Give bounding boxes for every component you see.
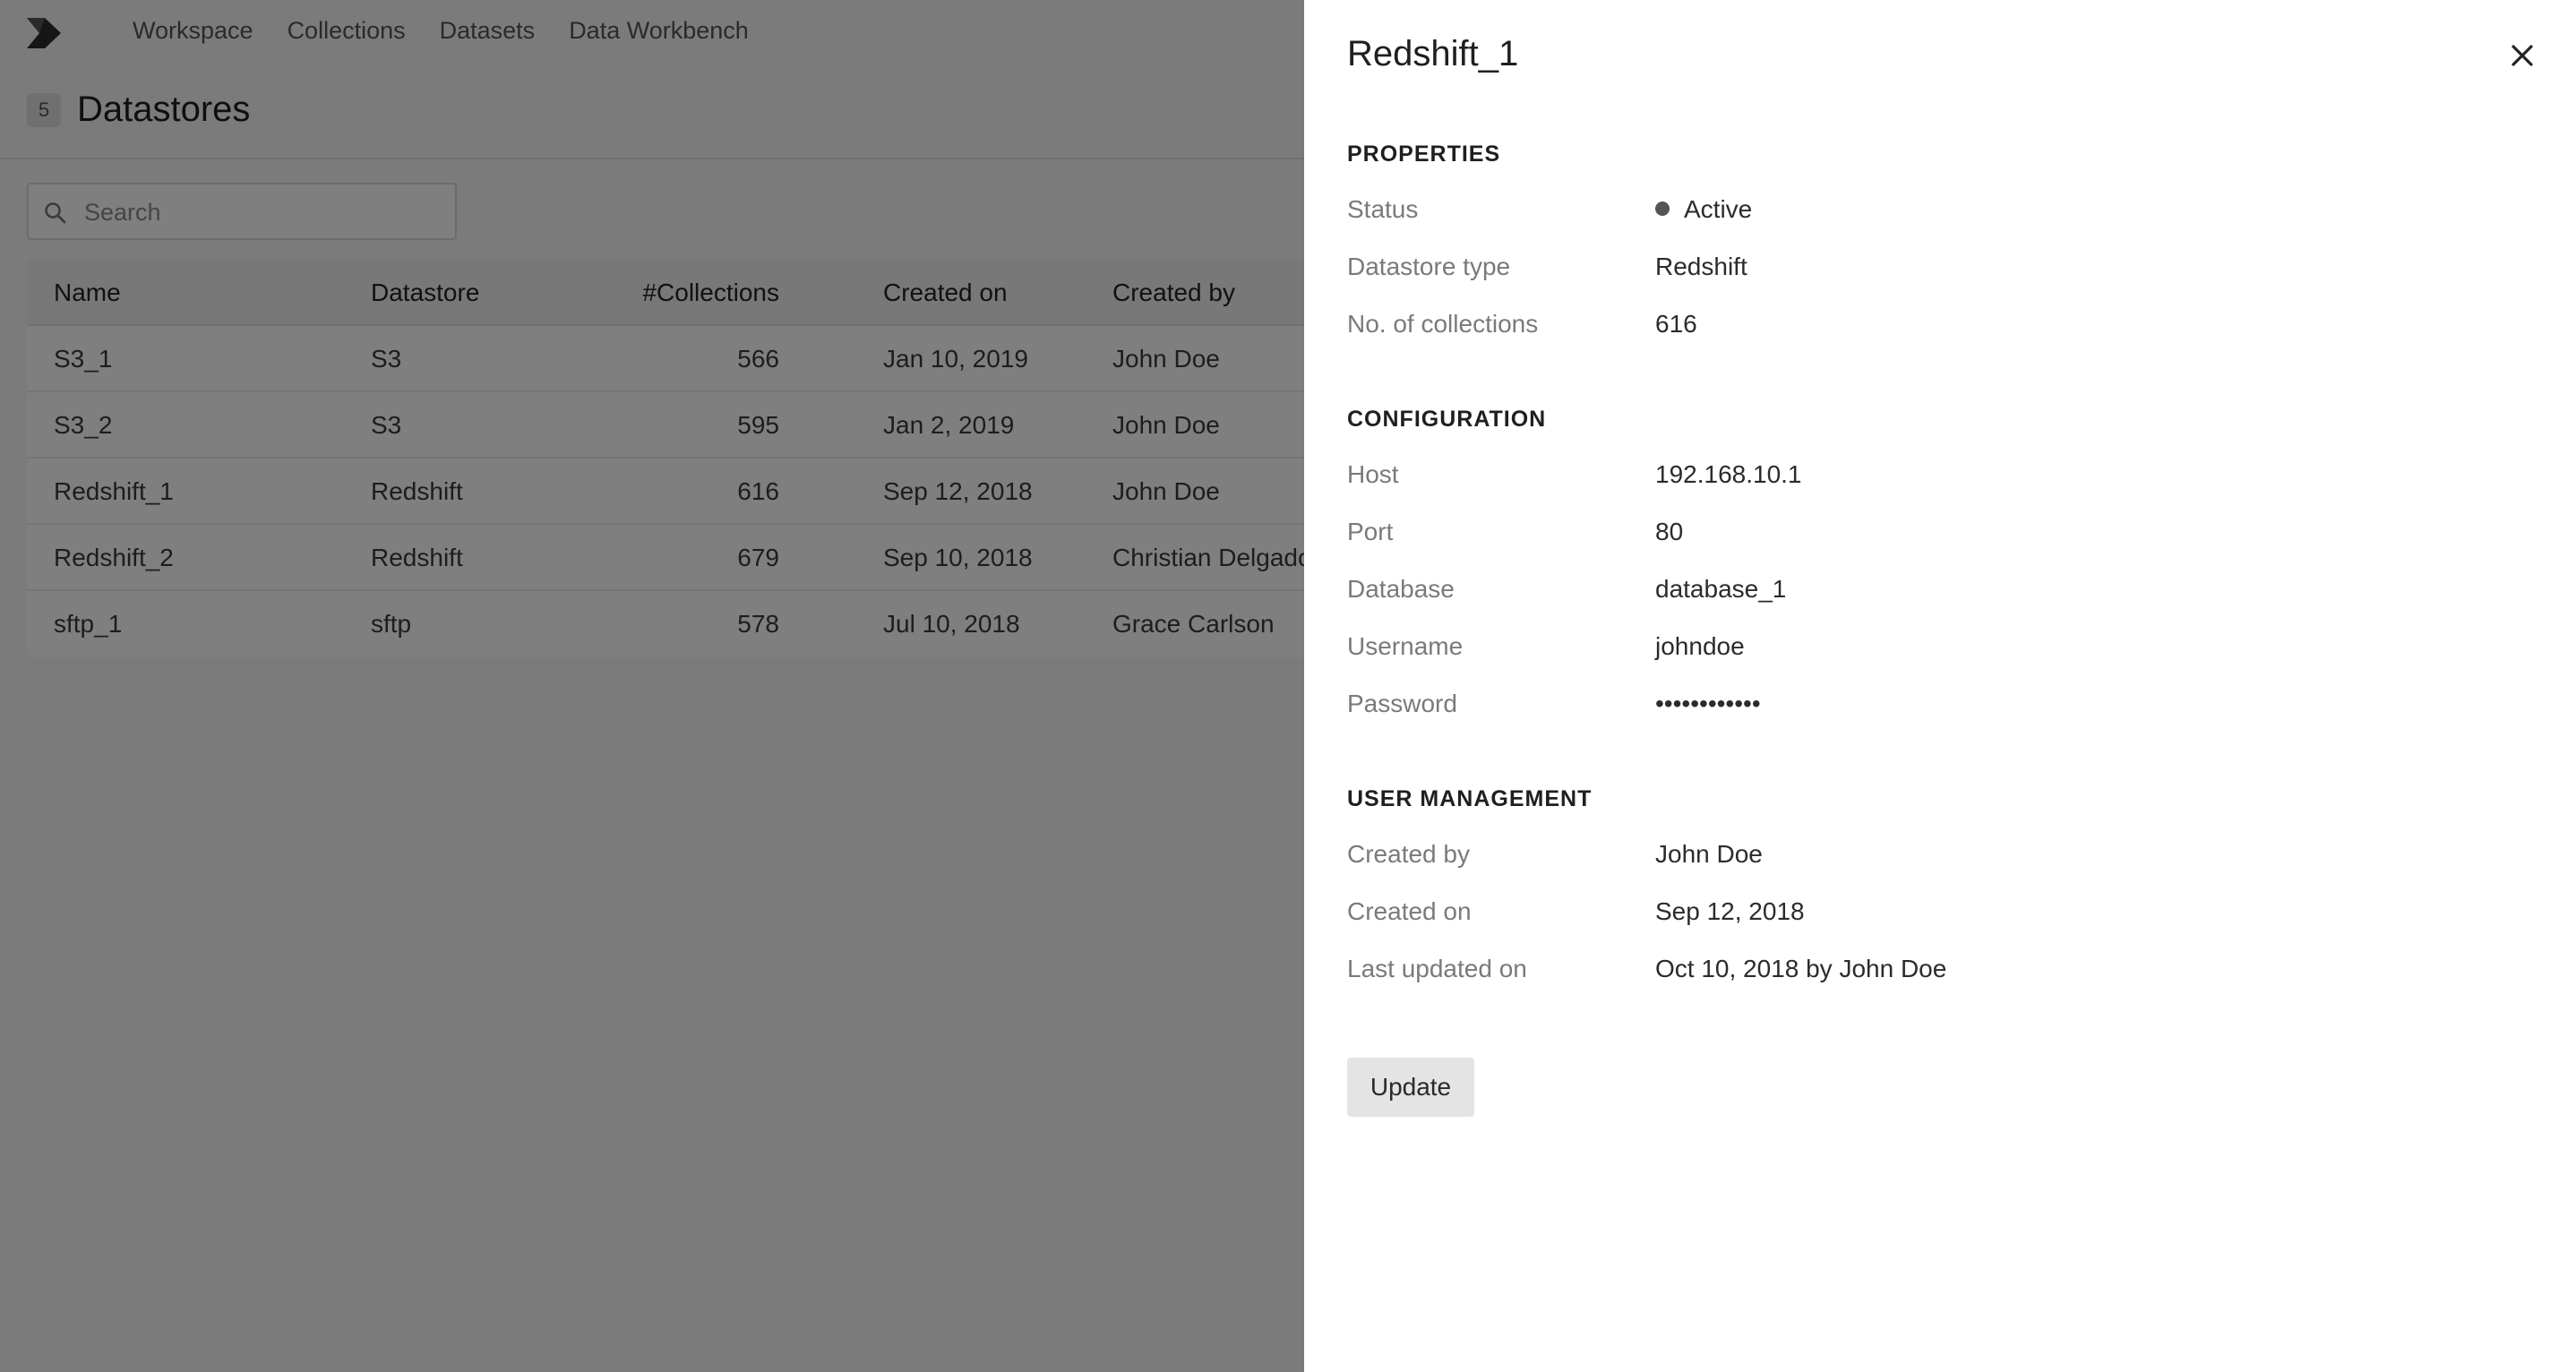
property-label: Username (1347, 632, 1464, 660)
update-button[interactable]: Update (1347, 1058, 1474, 1117)
property-collections-count: No. of collections 616 (1347, 306, 2512, 342)
property-value: John Doe (1655, 840, 1763, 868)
status-value: Active (1684, 195, 1753, 223)
user-last-updated: Last updated on Oct 10, 2018 by John Doe (1347, 951, 2512, 987)
section-title-properties: PROPERTIES (1347, 141, 1501, 167)
property-label: Datastore type (1347, 253, 1511, 280)
config-username: Username johndoe (1347, 629, 2512, 665)
user-created-by: Created by John Doe (1347, 836, 2512, 872)
property-status: Status Active (1347, 192, 2512, 227)
property-datastore-type: Datastore type Redshift (1347, 249, 2512, 285)
section-title-user-management: USER MANAGEMENT (1347, 786, 1593, 811)
config-database: Database database_1 (1347, 571, 2512, 607)
property-label: Last updated on (1347, 955, 1527, 982)
user-created-on: Created on Sep 12, 2018 (1347, 894, 2512, 930)
property-label: Status (1347, 195, 1419, 223)
close-icon[interactable] (2504, 38, 2540, 73)
drawer-title: Redshift_1 (1347, 34, 1519, 73)
property-label: Database (1347, 575, 1455, 603)
property-value: 80 (1655, 518, 1684, 545)
property-value: 616 (1655, 310, 1697, 338)
property-value: Oct 10, 2018 by John Doe (1655, 955, 1947, 982)
property-label: Port (1347, 518, 1394, 545)
modal-overlay[interactable] (0, 0, 1304, 1372)
property-value: Redshift (1655, 253, 1747, 280)
property-label: Host (1347, 460, 1399, 488)
property-label: Created on (1347, 897, 1472, 925)
status-dot-icon (1655, 202, 1670, 216)
config-password: Password •••••••••••• (1347, 686, 2512, 722)
property-value: johndoe (1655, 632, 1745, 660)
property-value: database_1 (1655, 575, 1787, 603)
status-badge: Active (1655, 192, 1752, 227)
config-host: Host 192.168.10.1 (1347, 457, 2512, 493)
property-value: 192.168.10.1 (1655, 460, 1802, 488)
config-port: Port 80 (1347, 514, 2512, 550)
property-label: Created by (1347, 840, 1470, 868)
password-value: •••••••••••• (1655, 690, 1761, 717)
property-label: Password (1347, 690, 1457, 717)
datastore-detail-drawer: Redshift_1 PROPERTIES Status Active Data… (1304, 0, 2576, 1372)
section-title-configuration: CONFIGURATION (1347, 407, 1547, 432)
property-value: Sep 12, 2018 (1655, 897, 1805, 925)
property-label: No. of collections (1347, 310, 1539, 338)
